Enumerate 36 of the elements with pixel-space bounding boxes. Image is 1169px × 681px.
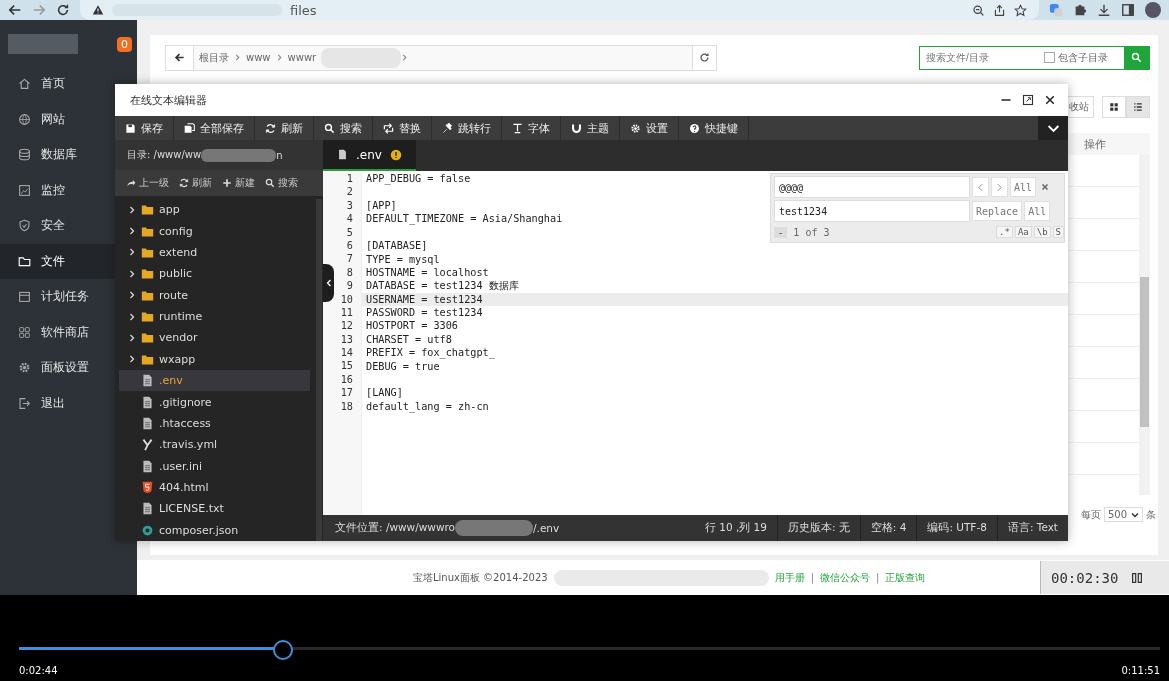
- code-line: USERNAME = test1234: [365, 293, 483, 305]
- code-line: DEFAULT_TIMEZONE = Asia/Shanghai: [365, 213, 563, 225]
- elapsed-time: 0:02:44: [19, 665, 58, 676]
- code-line: HOSTPORT = 3306: [365, 320, 458, 332]
- code-line: [DATABASE]: [365, 240, 428, 252]
- total-time: 0:11:51: [1121, 665, 1160, 676]
- match-count: 1 of 3: [793, 226, 830, 238]
- directory-path-end: n: [276, 149, 283, 161]
- per-page-label: 每页: [1080, 507, 1101, 522]
- file-path-end: /.env: [533, 522, 560, 534]
- status-item: 行 10 ,列 19: [703, 520, 768, 535]
- status-item: 编码: UTF-8: [916, 515, 997, 541]
- status-item: 语言: Text: [996, 515, 1068, 541]
- code-line: APP_DEBUG = false: [365, 173, 471, 185]
- column-header: 操作: [1084, 136, 1106, 152]
- directory-path: 目录: /www/ww: [127, 148, 202, 162]
- separator: |: [810, 572, 814, 583]
- window-title: 在线文本编辑器: [130, 92, 208, 108]
- timer-text: 00:02:30: [1051, 569, 1119, 586]
- code-line: TYPE = mysql: [365, 253, 440, 265]
- unit-label: 条: [1146, 507, 1156, 522]
- code-line: default_lang = zh-cn: [365, 400, 489, 412]
- status-item: 历史版本: 无: [776, 515, 860, 541]
- code-line: DATABASE = test1234 数据库: [365, 278, 519, 293]
- code-line: PASSWORD = test1234: [365, 307, 483, 319]
- code-line: DEBUG = true: [365, 360, 440, 372]
- url-text: files: [290, 2, 317, 18]
- separator: |: [876, 572, 880, 583]
- file-path: 文件位置: /www/wwwro: [335, 521, 455, 535]
- code-line: CHARSET = utf8: [365, 333, 452, 345]
- code-line: PREFIX = fox_chatgpt_: [365, 347, 495, 359]
- code-line: [LANG]: [365, 387, 403, 399]
- code-line: HOSTNAME = localhost: [365, 266, 489, 278]
- code-line: [APP]: [365, 199, 397, 211]
- copyright-text: 宝塔Linux面板 ©2014-2023: [413, 570, 548, 585]
- status-item: 空格: 4: [859, 515, 917, 541]
